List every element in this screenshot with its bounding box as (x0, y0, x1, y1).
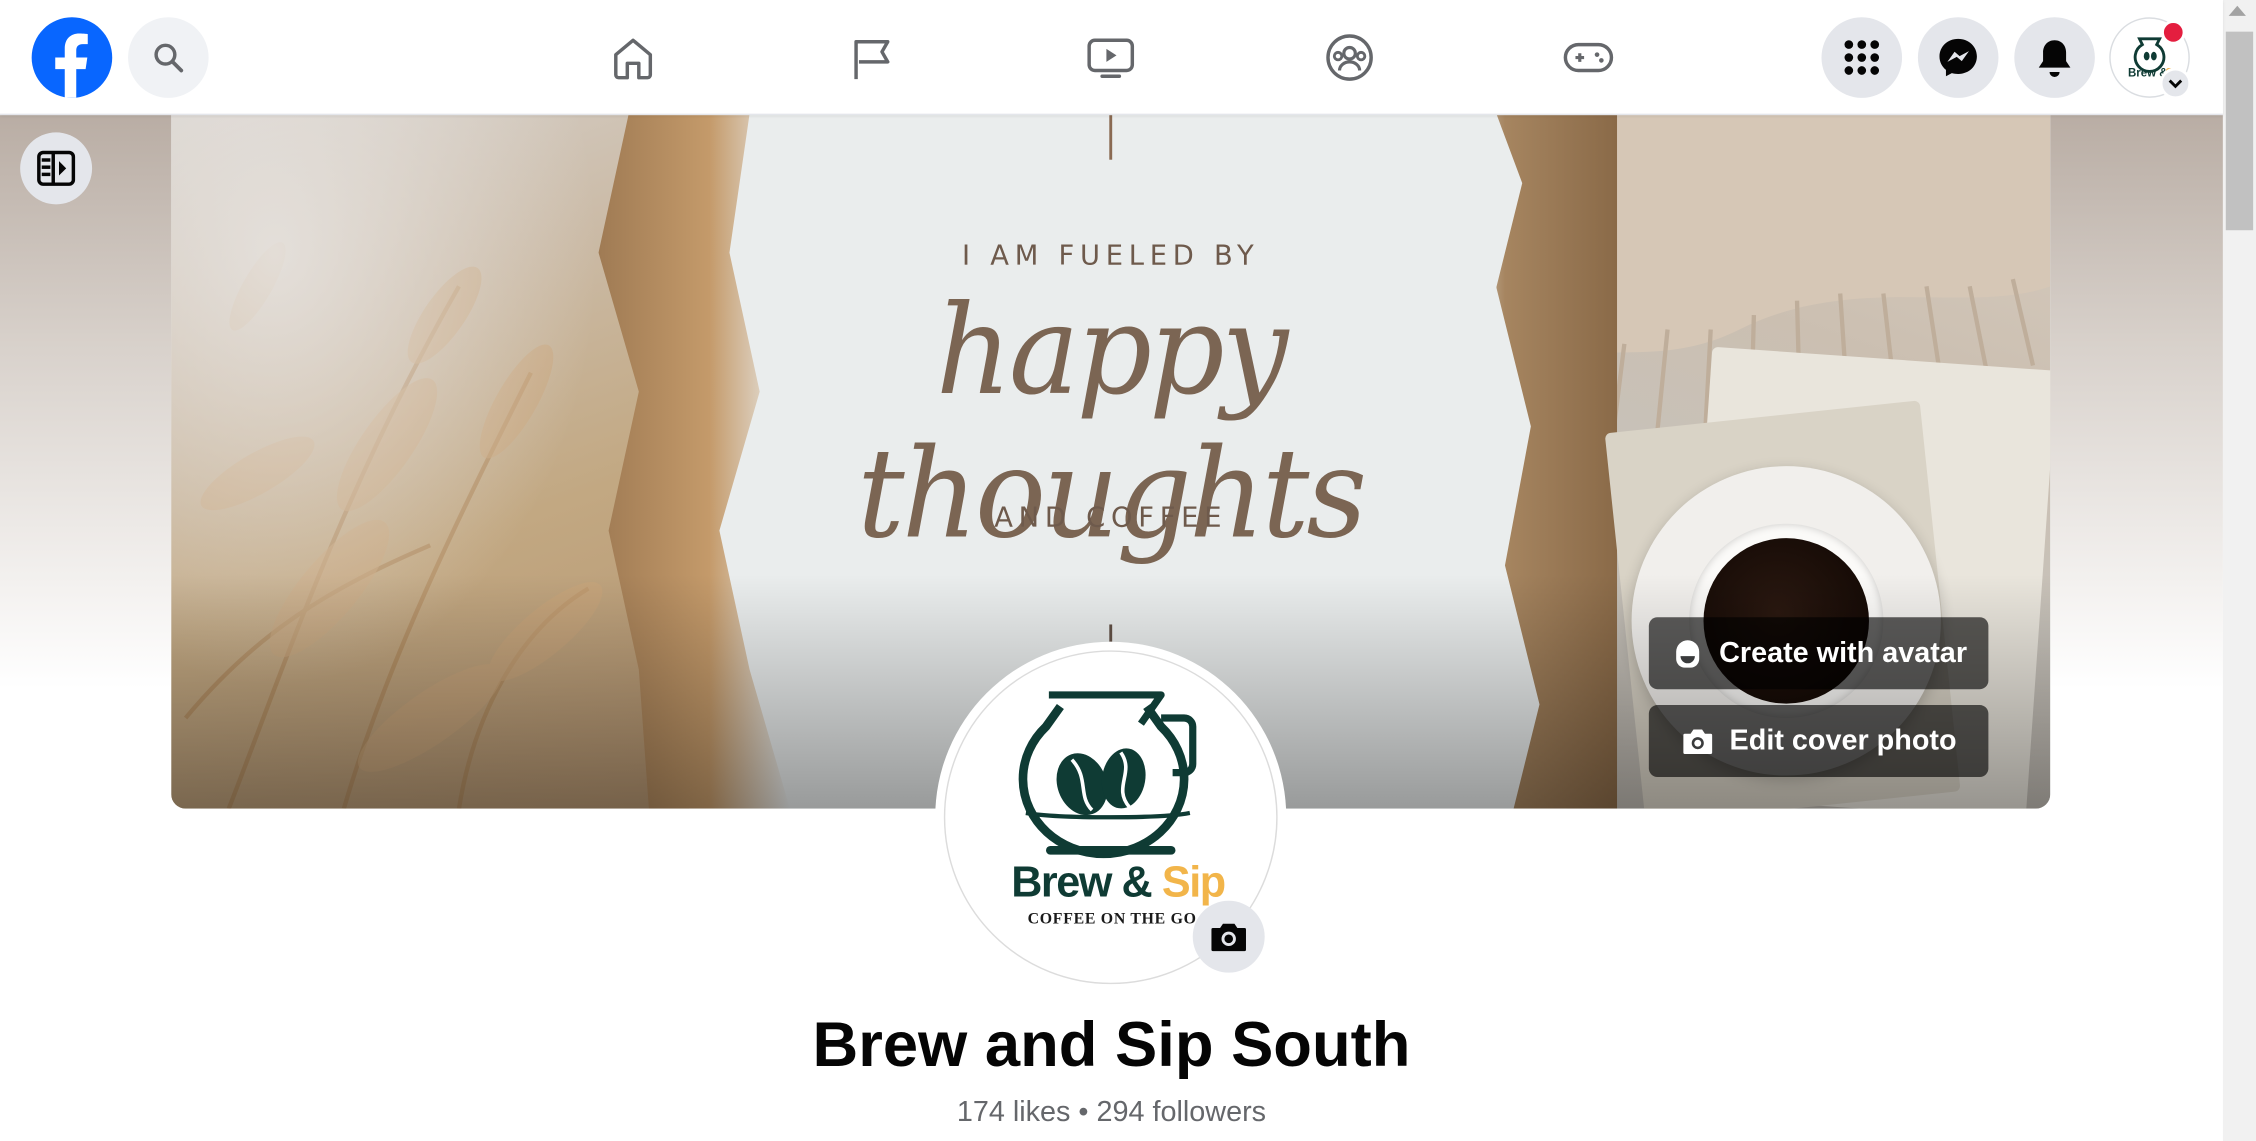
page-stats[interactable]: 174 likes • 294 followers (0, 1096, 2223, 1129)
groups-icon (1326, 33, 1373, 81)
cover-divider-bottom (1109, 624, 1113, 642)
menu-grid-icon (1844, 40, 1880, 75)
scrollbar-up-arrow[interactable] (2228, 5, 2246, 16)
nav-tab-gaming[interactable] (1508, 0, 1669, 114)
pages-flag-icon (854, 39, 890, 79)
search-icon (154, 43, 184, 73)
sidebar-expand-icon (37, 150, 76, 186)
menu-button[interactable] (1821, 17, 1903, 98)
update-profile-picture-button[interactable] (1192, 900, 1265, 973)
top-navigation-bar: Brew & S (0, 0, 2223, 116)
notifications-button[interactable] (2014, 17, 2095, 98)
messenger-button[interactable] (1917, 17, 1999, 98)
cover-divider-top (1109, 113, 1113, 160)
camera-icon (1683, 729, 1713, 754)
bell-icon (2038, 40, 2071, 77)
brand-logo-part1: Brew & (1011, 858, 1153, 907)
page-title: Brew and Sip South (812, 1010, 1411, 1081)
nav-tab-pages[interactable] (791, 0, 952, 114)
edit-cover-photo-button[interactable]: Edit cover photo (1648, 705, 1989, 777)
nav-tab-video[interactable] (1030, 0, 1191, 114)
chevron-down-icon[interactable] (2159, 67, 2192, 100)
notification-dot (2161, 20, 2186, 45)
create-with-avatar-label: Create with avatar (1719, 636, 1968, 669)
nav-tab-home[interactable] (552, 0, 713, 114)
sidebar-toggle-button[interactable] (20, 132, 93, 205)
edit-cover-photo-label: Edit cover photo (1729, 724, 1957, 757)
scrollbar-thumb[interactable] (2225, 31, 2254, 231)
brand-logo-text: Brew & Sip (1003, 859, 1233, 908)
messenger-icon (1939, 38, 1977, 77)
cover-quote-line2: AND COFFEE (994, 502, 1228, 534)
home-icon (614, 37, 653, 79)
search-button[interactable] (128, 17, 209, 98)
cover-quote-line1: I AM FUELED BY (961, 240, 1260, 272)
nav-tab-groups[interactable] (1269, 0, 1430, 114)
create-with-avatar-button[interactable]: Create with avatar (1648, 617, 1989, 690)
camera-icon (1211, 923, 1246, 952)
gaming-icon (1563, 42, 1614, 72)
brand-logo-part2: Sip (1161, 858, 1226, 907)
avatar-icon (1675, 640, 1699, 668)
facebook-logo-icon[interactable] (31, 17, 113, 98)
video-icon (1087, 37, 1135, 78)
account-button[interactable]: Brew & S (2109, 17, 2192, 100)
